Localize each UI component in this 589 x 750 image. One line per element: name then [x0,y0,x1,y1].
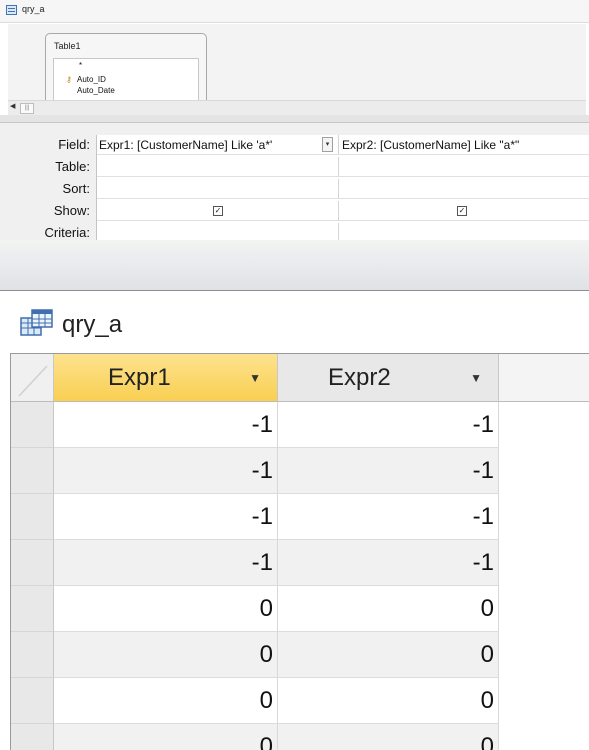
row-selector[interactable] [11,678,54,724]
row-selector[interactable] [11,632,54,678]
grid-cells: Expr1: [CustomerName] Like 'a*' ▾ ✓ Expr… [96,135,589,240]
row-selector[interactable] [11,494,54,540]
grid-field-value-1: Expr1: [CustomerName] Like 'a*' [99,138,273,152]
column-header-expr2[interactable]: Expr2 ▼ [278,354,499,402]
table-cell-expr2[interactable]: 0 [278,586,499,632]
table-field-list[interactable]: Table1 * ⚷ Auto_ID Auto_Date [45,33,207,100]
table-cell-expr1[interactable]: -1 [54,540,278,586]
grid-label-show: Show: [53,203,90,218]
grid-show-cell-2: ✓ [339,201,589,221]
grid-field-cell-1[interactable]: Expr1: [CustomerName] Like 'a*' ▾ [97,135,339,155]
table-cell-expr2[interactable]: -1 [278,448,499,494]
table-cell-expr1[interactable]: 0 [54,586,278,632]
grid-show-cell-1: ✓ [97,201,339,221]
table-cell-expr1[interactable]: 0 [54,678,278,724]
table-cell-expr2[interactable]: -1 [278,540,499,586]
grid-label-sort: Sort: [62,181,90,196]
table-field-list-items: * ⚷ Auto_ID Auto_Date [53,58,199,100]
query-design-window: qry_a Table1 * ⚷ Auto_ID Auto_Date ◀ |||… [0,0,589,240]
show-checkbox-1[interactable]: ✓ [213,206,223,216]
pane-splitter[interactable] [0,115,589,123]
row-selector[interactable] [11,724,54,750]
field-item-all[interactable]: * [79,61,82,70]
table-field-list-title: Table1 [54,41,81,51]
primary-key-icon: ⚷ [66,75,72,84]
grid-sort-cell-2[interactable] [339,179,589,199]
grid-sort-cell-1[interactable] [97,179,339,199]
select-all-triangle-icon [18,365,48,397]
grid-table-cell-1[interactable] [97,157,339,177]
column-header-expr1[interactable]: Expr1 ▼ [54,354,278,402]
table-cell-expr1[interactable]: -1 [54,494,278,540]
grid-label-table: Table: [55,159,90,174]
table-cell-expr2[interactable]: 0 [278,724,499,750]
query-datasheet-window: qry_a Expr1 ▼ Expr2 ▼ -1 -1 -1 -1 -1 -1 -1 -1 0 0… [0,291,589,750]
table-cell-expr2[interactable]: 0 [278,632,499,678]
window-separator [0,240,589,291]
table-cell-expr1[interactable]: 0 [54,724,278,750]
field-item-auto-date[interactable]: Auto_Date [77,86,115,95]
query-design-grid: Field: Table: Sort: Show: Criteria: Expr… [0,123,589,240]
scroll-left-arrow-icon[interactable]: ◀ [10,103,18,111]
query-icon [6,5,17,15]
datasheet-title-bar: qry_a [0,291,589,351]
column-header-add-new[interactable] [499,354,589,402]
table-pane: Table1 * ⚷ Auto_ID Auto_Date [8,24,586,100]
datasheet-title: qry_a [62,311,123,338]
row-selector[interactable] [11,540,54,586]
scrollbar-thumb[interactable]: ||| [20,103,34,114]
table-cell-expr1[interactable]: -1 [54,402,278,448]
grid-criteria-cell-1[interactable] [97,223,339,240]
table-cell-expr2[interactable]: 0 [278,678,499,724]
table-pane-scrollbar[interactable]: ◀ ||| [8,100,586,116]
column-header-label: Expr2 [328,364,391,391]
design-title-bar: qry_a [0,0,589,23]
row-selector[interactable] [11,402,54,448]
row-selector[interactable] [11,586,54,632]
row-selector[interactable] [11,448,54,494]
table-cell-expr1[interactable]: -1 [54,448,278,494]
table-cell-expr2[interactable]: -1 [278,494,499,540]
show-checkbox-2[interactable]: ✓ [457,206,467,216]
datasheet-grid: Expr1 ▼ Expr2 ▼ -1 -1 -1 -1 -1 -1 -1 -1 0 0 0 0 0 0 0 0 [10,353,589,750]
grid-label-criteria: Criteria: [44,225,90,240]
design-window-title: qry_a [22,4,45,14]
table-cell-expr1[interactable]: 0 [54,632,278,678]
grid-field-cell-2[interactable]: Expr2: [CustomerName] Like "a*" [339,135,589,155]
field-dropdown-chevron-icon[interactable]: ▾ [322,137,333,152]
grid-table-cell-2[interactable] [339,157,589,177]
grid-criteria-cell-2[interactable] [339,223,589,240]
grid-label-field: Field: [58,137,90,152]
select-all-corner[interactable] [11,354,54,402]
column-filter-dropdown-icon[interactable]: ▼ [249,354,261,402]
field-item-auto-id[interactable]: Auto_ID [77,75,106,84]
column-header-label: Expr1 [108,364,171,391]
table-cell-expr2[interactable]: -1 [278,402,499,448]
query-datasheet-icon [20,309,53,336]
column-filter-dropdown-icon[interactable]: ▼ [470,354,482,402]
